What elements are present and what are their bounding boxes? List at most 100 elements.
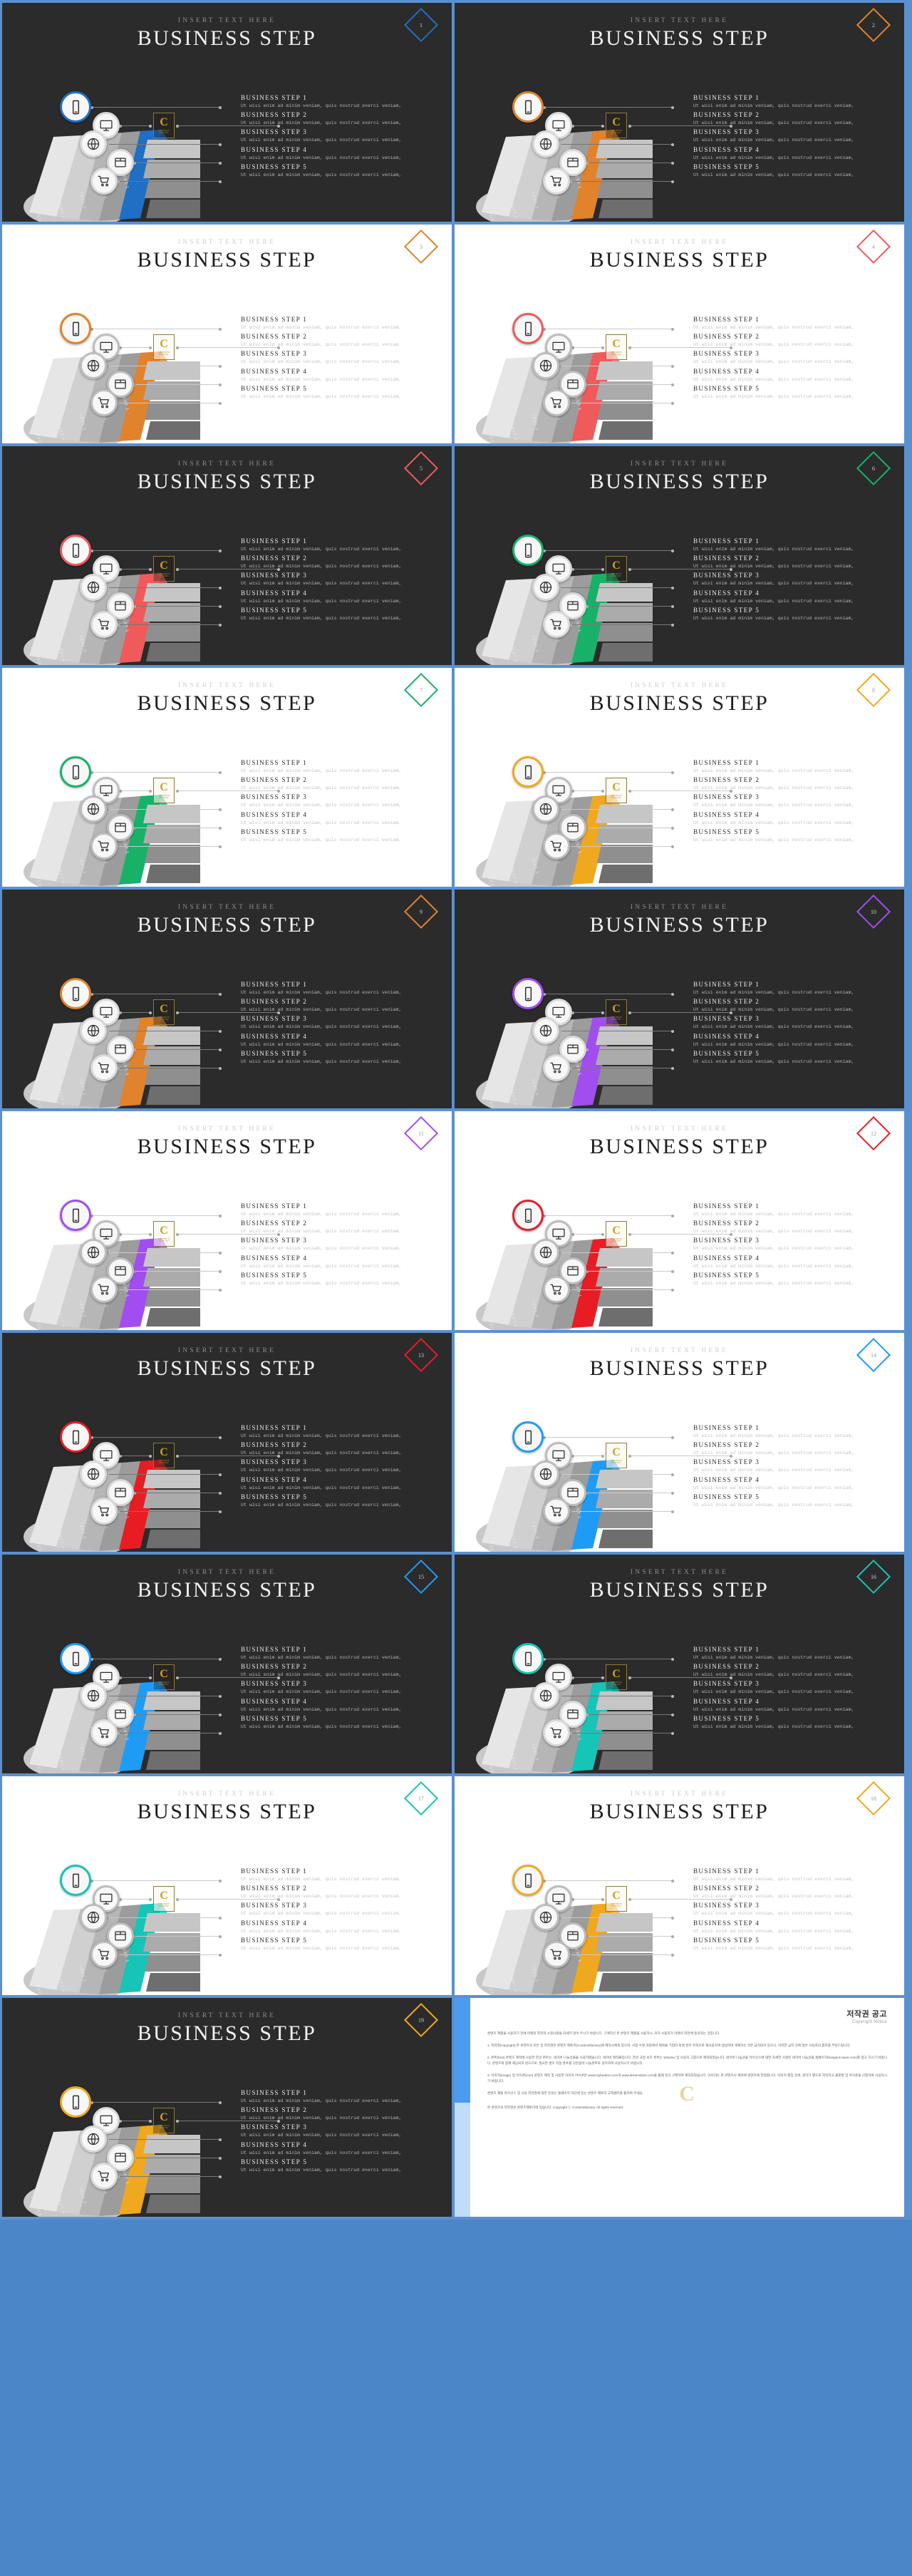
- slide-thumbnail-7[interactable]: INSERT TEXT HERE BUSINESS STEP 7 TEXT 1 TEXT…: [2, 668, 452, 887]
- slide-thumbnail-15[interactable]: INSERT TEXT HERE BUSINESS STEP 15 TEXT 1 TEX…: [2, 1555, 452, 1773]
- step-icon-node-5[interactable]: [543, 1498, 570, 1525]
- step-icon-node-1[interactable]: [60, 1643, 91, 1674]
- step-icon-node-5[interactable]: [90, 389, 118, 416]
- step-icon-node-1[interactable]: [512, 91, 544, 123]
- step-icon-node-3[interactable]: [532, 352, 559, 379]
- step-icon-node-5[interactable]: [90, 1941, 118, 1968]
- cart-icon: [98, 619, 109, 630]
- step-body: Ut wisi enim ad minim veniam, quis nostr…: [241, 2150, 402, 2155]
- step-icon-node-1[interactable]: [60, 756, 91, 788]
- slide-thumbnail-3[interactable]: INSERT TEXT HERE BUSINESS STEP 3 TEXT 1 TEXT…: [2, 225, 452, 443]
- slide-thumbnail-13[interactable]: INSERT TEXT HERE BUSINESS STEP 13 TEXT 1 TEX…: [2, 1333, 452, 1552]
- eyebrow-text: INSERT TEXT HERE: [630, 460, 729, 468]
- step-icon-node-1[interactable]: [512, 535, 544, 566]
- step-icon-node-3[interactable]: [80, 795, 107, 823]
- cart-icon: [550, 1505, 561, 1517]
- step-icon-node-3[interactable]: [80, 574, 107, 601]
- slide-thumbnail-5[interactable]: INSERT TEXT HERE BUSINESS STEP 5 TEXT 1 TEXT…: [2, 446, 452, 665]
- step-icon-node-5[interactable]: [90, 1276, 118, 1303]
- step-icon-node-3[interactable]: [80, 1904, 107, 1931]
- step-icon-node-5[interactable]: [543, 1941, 570, 1968]
- step-icon-node-1[interactable]: [60, 313, 91, 344]
- step-icon-node-5[interactable]: [90, 833, 118, 860]
- step-icon-node-5[interactable]: [543, 389, 570, 416]
- step-icon-node-5[interactable]: [543, 1276, 570, 1303]
- step-icon-node-1[interactable]: [60, 2086, 91, 2118]
- connector-line: [117, 180, 222, 183]
- steps-text-column: BUSINESS STEP 1 Ut wisi enim ad minim ven…: [693, 1201, 893, 1289]
- slide-thumbnail-2[interactable]: INSERT TEXT HERE BUSINESS STEP 2 TEXT 1 TEXT…: [455, 3, 904, 222]
- slide-thumbnail-10[interactable]: INSERT TEXT HERE BUSINESS STEP 10 TEXT 1 TEX…: [455, 890, 904, 1108]
- contents-badge: C CONTENTS FACTORY: [153, 778, 175, 803]
- step-icon-node-3[interactable]: [80, 130, 107, 158]
- slide-thumbnail-14[interactable]: INSERT TEXT HERE BUSINESS STEP 14 TEXT 1 TEX…: [455, 1333, 904, 1552]
- connector-line: [117, 623, 222, 627]
- slide-thumbnail-18[interactable]: INSERT TEXT HERE BUSINESS STEP 18 TEXT 1 TEX…: [455, 1776, 904, 1995]
- step-icon-node-1[interactable]: [512, 1421, 544, 1453]
- step-icon-node-3[interactable]: [80, 1460, 107, 1488]
- step-icon-node-5[interactable]: [543, 168, 570, 195]
- connector-line: [569, 845, 674, 848]
- contents-badge-caption: CONTENTS FACTORY: [611, 1902, 622, 1907]
- slide-thumbnail-6[interactable]: INSERT TEXT HERE BUSINESS STEP 6 TEXT 1 TEXT…: [455, 446, 904, 665]
- step-icon-node-3[interactable]: [80, 1017, 107, 1044]
- slide-thumbnail-12[interactable]: INSERT TEXT HERE BUSINESS STEP 12 TEXT 1 TEX…: [455, 1111, 904, 1330]
- slide-thumbnail-4[interactable]: INSERT TEXT HERE BUSINESS STEP 4 TEXT 1 TEXT…: [455, 225, 904, 443]
- mobile-icon: [524, 986, 532, 1001]
- slide-thumbnail-9[interactable]: INSERT TEXT HERE BUSINESS STEP 9 TEXT 1 TEXT…: [2, 890, 452, 1108]
- step-icon-node-1[interactable]: [60, 535, 91, 566]
- step-icon-node-1[interactable]: [60, 91, 91, 123]
- step-icon-node-5[interactable]: [543, 611, 570, 638]
- slide-thumbnail-8[interactable]: INSERT TEXT HERE BUSINESS STEP 8 TEXT 1 TEXT…: [455, 668, 904, 887]
- step-icon-node-5[interactable]: [543, 1719, 570, 1746]
- step-icon-node-3[interactable]: [80, 2126, 107, 2153]
- slide-thumbnail-17[interactable]: INSERT TEXT HERE BUSINESS STEP 17 TEXT 1 TEX…: [2, 1776, 452, 1995]
- step-icon-node-1[interactable]: [60, 1865, 91, 1896]
- step-icon-node-1[interactable]: [60, 978, 91, 1009]
- slide-thumbnail-11[interactable]: INSERT TEXT HERE BUSINESS STEP 11 TEXT 1 TEX…: [2, 1111, 452, 1330]
- slide-thumbnail-1[interactable]: INSERT TEXT HERE BUSINESS STEP 1 TEXT 1 TEXT…: [2, 3, 452, 222]
- step-heading: BUSINESS STEP 1: [241, 94, 308, 101]
- step-icon-node-1[interactable]: [512, 978, 544, 1009]
- step-icon-node-3[interactable]: [532, 574, 559, 601]
- steps-text-column: BUSINESS STEP 1 Ut wisi enim ad minim ven…: [241, 536, 440, 624]
- step-icon-node-5[interactable]: [90, 1498, 118, 1525]
- step-icon-node-3[interactable]: [532, 795, 559, 823]
- step-icon-node-5[interactable]: [90, 2163, 118, 2190]
- copyright-notice-slide[interactable]: 저작권 공고 Copyright Notice 콘텐츠 제품을 사용하기 전에 아래…: [455, 1998, 904, 2217]
- connector-line: [586, 604, 674, 608]
- slide-thumbnail-19[interactable]: INSERT TEXT HERE BUSINESS STEP 19 TEXT 1 TEX…: [2, 1998, 452, 2217]
- step-icon-node-5[interactable]: [90, 611, 118, 638]
- step-icon-node-1[interactable]: [512, 756, 544, 788]
- step-icon-node-5[interactable]: [543, 1054, 570, 1081]
- monitor-icon: [100, 563, 113, 575]
- page-title: BUSINESS STEP: [137, 26, 317, 50]
- slide-thumbnail-16[interactable]: INSERT TEXT HERE BUSINESS STEP 16 TEXT 1 TEX…: [455, 1555, 904, 1773]
- step-icon-node-1[interactable]: [512, 1865, 544, 1896]
- step-icon-node-3[interactable]: [80, 352, 107, 379]
- step-icon-node-3[interactable]: [532, 1460, 559, 1488]
- step-icon-node-1[interactable]: [512, 313, 544, 344]
- step-icon-node-5[interactable]: [90, 1054, 118, 1081]
- step-icon-node-3[interactable]: [80, 1682, 107, 1709]
- connector-line: [571, 1011, 604, 1014]
- mobile-icon: [72, 1873, 79, 1887]
- step-icon-node-1[interactable]: [512, 1200, 544, 1231]
- mobile-icon: [72, 1208, 79, 1222]
- step-icon-node-3[interactable]: [532, 1904, 559, 1931]
- mobile-icon: [524, 100, 532, 114]
- step-icon-node-1[interactable]: [512, 1643, 544, 1674]
- step-icon-node-3[interactable]: [80, 1239, 107, 1266]
- step-icon-node-5[interactable]: [543, 833, 570, 860]
- step-icon-node-1[interactable]: [60, 1200, 91, 1231]
- step-body: Ut wisi enim ad minim veniam, quis nostr…: [693, 1672, 854, 1678]
- step-icon-node-5[interactable]: [90, 1719, 118, 1746]
- step-icon-node-3[interactable]: [532, 1682, 559, 1709]
- page-title: BUSINESS STEP: [137, 1135, 317, 1158]
- step-icon-node-3[interactable]: [532, 130, 559, 158]
- step-icon-node-3[interactable]: [532, 1017, 559, 1044]
- step-icon-node-5[interactable]: [90, 168, 118, 195]
- step-icon-node-1[interactable]: [60, 1421, 91, 1453]
- step-icon-node-3[interactable]: [532, 1239, 559, 1266]
- step-heading: BUSINESS STEP 4: [693, 367, 760, 375]
